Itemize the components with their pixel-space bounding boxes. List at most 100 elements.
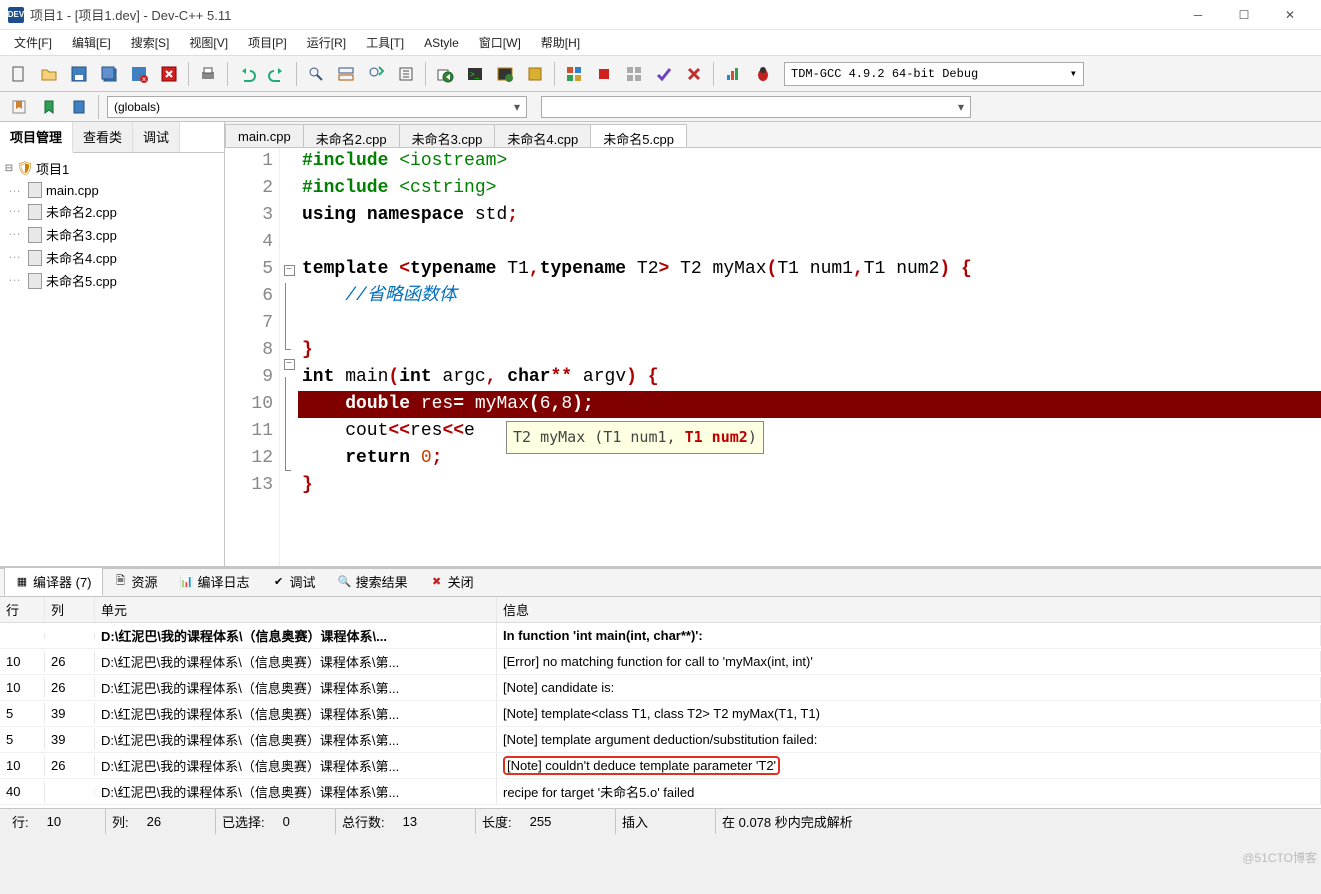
toolbar-separator xyxy=(227,62,228,86)
file-label: main.cpp xyxy=(46,183,99,198)
status-length: 长度:255 xyxy=(476,809,616,834)
find-next-icon[interactable] xyxy=(362,60,390,88)
menu-project[interactable]: 项目[P] xyxy=(238,30,297,55)
tab-search-results[interactable]: 🔍搜索结果 xyxy=(327,567,419,596)
tree-file[interactable]: 未命名3.cpp xyxy=(26,223,222,246)
table-row[interactable]: 1026D:\红泥巴\我的课程体系\（信息奥赛）课程体系\第...[Note] … xyxy=(0,675,1321,701)
table-row[interactable]: D:\红泥巴\我的课程体系\（信息奥赛）课程体系\...In function … xyxy=(0,623,1321,649)
menu-help[interactable]: 帮助[H] xyxy=(531,30,590,55)
editor-tab[interactable]: 未命名2.cpp xyxy=(303,124,400,147)
rebuild-icon[interactable] xyxy=(521,60,549,88)
chevron-down-icon: ▾ xyxy=(958,100,964,114)
col-line[interactable]: 行 xyxy=(0,597,45,622)
table-row[interactable]: 539D:\红泥巴\我的课程体系\（信息奥赛）课程体系\第...[Note] t… xyxy=(0,701,1321,727)
bookmarks-icon[interactable] xyxy=(5,93,33,121)
stop-debug-icon[interactable] xyxy=(590,60,618,88)
goto-bookmark-icon[interactable] xyxy=(35,93,63,121)
table-row[interactable]: 1026D:\红泥巴\我的课程体系\（信息奥赛）课程体系\第...[Error]… xyxy=(0,649,1321,675)
fold-minus-icon[interactable]: − xyxy=(284,265,295,276)
redo-icon[interactable] xyxy=(263,60,291,88)
close-file-icon[interactable] xyxy=(155,60,183,88)
open-file-icon[interactable] xyxy=(35,60,63,88)
editor-tab[interactable]: 未命名3.cpp xyxy=(399,124,496,147)
col-msg[interactable]: 信息 xyxy=(497,597,1321,622)
tree-project-node[interactable]: ⊟ 🛡 项目1 xyxy=(2,157,222,180)
project-tree[interactable]: ⊟ 🛡 项目1 main.cpp 未命名2.cpp 未命名3.cpp 未命名4.… xyxy=(0,153,224,566)
menu-tools[interactable]: 工具[T] xyxy=(356,30,414,55)
chart-icon: 📊 xyxy=(180,575,194,589)
save-as-icon[interactable]: × xyxy=(125,60,153,88)
code-content[interactable]: #include <iostream> #include <cstring> u… xyxy=(298,148,1321,566)
compile-run-icon[interactable] xyxy=(491,60,519,88)
toolbar-separator xyxy=(554,62,555,86)
globals-dropdown[interactable]: (globals) ▾ xyxy=(107,96,527,118)
bottom-panel: ▦编译器 (7) 🗎资源 📊编译日志 ✔调试 🔍搜索结果 ✖关闭 行 列 单元 … xyxy=(0,566,1321,808)
globals-value: (globals) xyxy=(114,100,160,114)
compile-icon[interactable] xyxy=(431,60,459,88)
menu-astyle[interactable]: AStyle xyxy=(414,32,469,54)
tree-file[interactable]: 未命名2.cpp xyxy=(26,200,222,223)
col-unit[interactable]: 单元 xyxy=(95,597,497,622)
tree-file[interactable]: 未命名4.cpp xyxy=(26,246,222,269)
tab-close[interactable]: ✖关闭 xyxy=(419,567,485,596)
run-icon[interactable]: >_ xyxy=(461,60,489,88)
bottom-tabs: ▦编译器 (7) 🗎资源 📊编译日志 ✔调试 🔍搜索结果 ✖关闭 xyxy=(0,569,1321,597)
tab-debug[interactable]: ✔调试 xyxy=(261,567,327,596)
compiler-output-table[interactable]: 行 列 单元 信息 D:\红泥巴\我的课程体系\（信息奥赛）课程体系\...In… xyxy=(0,597,1321,808)
symbols-dropdown[interactable]: ▾ xyxy=(541,96,971,118)
replace-icon[interactable] xyxy=(332,60,360,88)
sidebar-tab-debug[interactable]: 调试 xyxy=(133,122,180,152)
new-file-icon[interactable] xyxy=(5,60,33,88)
close-button[interactable]: ✕ xyxy=(1267,0,1313,30)
tab-label: 编译器 (7) xyxy=(33,572,92,591)
menu-search[interactable]: 搜索[S] xyxy=(121,30,180,55)
menu-file[interactable]: 文件[F] xyxy=(4,30,62,55)
main-toolbar: × >_ TDM-GCC 4.9.2 64-bit Debug ▾ xyxy=(0,56,1321,92)
undo-icon[interactable] xyxy=(233,60,261,88)
tab-resources[interactable]: 🗎资源 xyxy=(103,567,169,596)
table-row[interactable]: 539D:\红泥巴\我的课程体系\（信息奥赛）课程体系\第...[Note] t… xyxy=(0,727,1321,753)
menu-view[interactable]: 视图[V] xyxy=(179,30,238,55)
tab-compile-log[interactable]: 📊编译日志 xyxy=(169,567,261,596)
find-icon[interactable] xyxy=(302,60,330,88)
debug-icon[interactable] xyxy=(560,60,588,88)
tab-compiler[interactable]: ▦编译器 (7) xyxy=(4,567,103,596)
menu-edit[interactable]: 编辑[E] xyxy=(62,30,121,55)
svg-text:>_: >_ xyxy=(470,70,480,79)
col-col[interactable]: 列 xyxy=(45,597,95,622)
editor-tab-active[interactable]: 未命名5.cpp xyxy=(590,124,687,147)
fold-minus-icon[interactable]: − xyxy=(284,359,295,370)
editor-tab[interactable]: main.cpp xyxy=(225,124,304,147)
code-editor[interactable]: 12345678910✖111213 − − #include <iostrea… xyxy=(225,148,1321,566)
compiler-select[interactable]: TDM-GCC 4.9.2 64-bit Debug ▾ xyxy=(784,62,1084,86)
table-row[interactable]: 1026D:\红泥巴\我的课程体系\（信息奥赛）课程体系\第...[Note] … xyxy=(0,753,1321,779)
debug-check-icon[interactable] xyxy=(650,60,678,88)
table-row[interactable]: 40D:\红泥巴\我的课程体系\（信息奥赛）课程体系\第...recipe fo… xyxy=(0,779,1321,805)
menu-run[interactable]: 运行[R] xyxy=(297,30,356,55)
tree-file[interactable]: 未命名5.cpp xyxy=(26,269,222,292)
chart-icon[interactable] xyxy=(719,60,747,88)
menu-window[interactable]: 窗口[W] xyxy=(469,30,531,55)
highlighted-message: [Note] couldn't deduce template paramete… xyxy=(503,756,780,775)
minimize-button[interactable]: ─ xyxy=(1175,0,1221,30)
debug-cross-icon[interactable] xyxy=(680,60,708,88)
compiler-select-value: TDM-GCC 4.9.2 64-bit Debug xyxy=(791,67,978,81)
profile-icon[interactable] xyxy=(620,60,648,88)
sidebar-tab-project[interactable]: 项目管理 xyxy=(0,122,73,153)
tree-file[interactable]: main.cpp xyxy=(26,180,222,200)
save-icon[interactable] xyxy=(65,60,93,88)
sidebar-tab-class[interactable]: 查看类 xyxy=(73,122,133,152)
toolbar-separator xyxy=(188,62,189,86)
status-insert-mode: 插入 xyxy=(616,809,716,834)
title-bar: DEV 项目1 - [项目1.dev] - Dev-C++ 5.11 ─ ☐ ✕ xyxy=(0,0,1321,30)
editor-tab[interactable]: 未命名4.cpp xyxy=(494,124,591,147)
goto-line-icon[interactable] xyxy=(392,60,420,88)
print-icon[interactable] xyxy=(194,60,222,88)
maximize-button[interactable]: ☐ xyxy=(1221,0,1267,30)
collapse-icon[interactable]: ⊟ xyxy=(2,163,16,174)
tab-label: 资源 xyxy=(132,572,158,591)
save-all-icon[interactable] xyxy=(95,60,123,88)
file-icon xyxy=(28,182,42,198)
bug-icon[interactable] xyxy=(749,60,777,88)
toggle-bookmark-icon[interactable] xyxy=(65,93,93,121)
